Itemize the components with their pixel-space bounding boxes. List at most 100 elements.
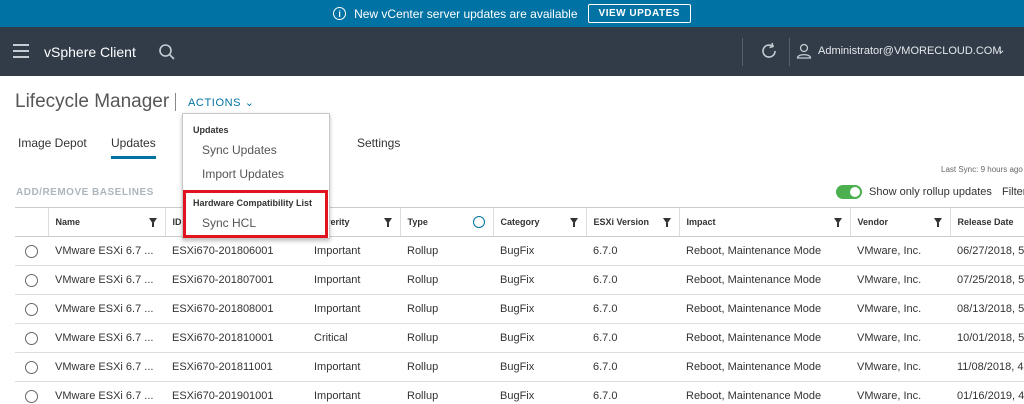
view-updates-button[interactable]: VIEW UPDATES xyxy=(587,4,691,23)
row-radio-button[interactable] xyxy=(25,273,38,287)
actions-label: ACTIONS xyxy=(188,97,242,109)
filter-icon[interactable] xyxy=(662,218,671,227)
row-radio-button[interactable] xyxy=(25,302,38,316)
column-header-esxi-version[interactable]: ESXi Version xyxy=(585,207,679,237)
cell-category: BugFix xyxy=(493,381,586,404)
cell-impact: Reboot, Maintenance Mode xyxy=(679,265,850,295)
row-radio-button[interactable] xyxy=(25,331,38,345)
filter-icon[interactable] xyxy=(148,218,157,227)
refresh-icon[interactable] xyxy=(759,41,779,61)
cell-esxi-version: 6.7.0 xyxy=(586,265,679,295)
tab-settings[interactable]: Settings xyxy=(357,136,400,150)
cell-id: ESXi670-201901001 xyxy=(165,381,307,404)
filter-input[interactable]: Filter xyxy=(1002,186,1024,198)
cell-severity: Important xyxy=(307,265,400,295)
filter-icon[interactable] xyxy=(833,218,842,227)
cell-esxi-version: 6.7.0 xyxy=(586,294,679,324)
banner-message: New vCenter server updates are available xyxy=(354,6,578,21)
row-select-cell xyxy=(15,323,48,353)
cell-vendor: VMware, Inc. xyxy=(850,294,950,324)
user-icon[interactable] xyxy=(796,43,812,59)
table-row[interactable]: VMware ESXi 6.7 ... ESXi670-201807001 Impo… xyxy=(15,265,1024,295)
actions-menu-button[interactable]: ACTIONS ⌄ xyxy=(188,96,255,109)
cell-category: BugFix xyxy=(493,265,586,295)
cell-release-date: 11/08/2018, 4 xyxy=(950,352,1024,382)
cell-impact: Reboot, Maintenance Mode xyxy=(679,294,850,324)
row-select-cell xyxy=(15,265,48,295)
row-radio-button[interactable] xyxy=(25,360,38,374)
cell-release-date: 10/01/2018, 5 xyxy=(950,323,1024,353)
cell-impact: Reboot, Maintenance Mode xyxy=(679,236,850,266)
cell-vendor: VMware, Inc. xyxy=(850,381,950,404)
column-header-name[interactable]: Name xyxy=(47,207,165,237)
add-remove-baselines-button[interactable]: ADD/REMOVE BASELINES xyxy=(16,187,154,198)
cell-name: VMware ESXi 6.7 ... xyxy=(48,294,165,324)
cell-severity: Important xyxy=(307,381,400,404)
table-row[interactable]: VMware ESXi 6.7 ... ESXi670-201810001 Crit… xyxy=(15,323,1024,353)
filter-icon[interactable] xyxy=(569,218,578,227)
cell-name: VMware ESXi 6.7 ... xyxy=(48,236,165,266)
cell-name: VMware ESXi 6.7 ... xyxy=(48,265,165,295)
cell-severity: Important xyxy=(307,352,400,382)
table-header-row: Name ID Severity Type Category ESXi Vers… xyxy=(15,207,1024,237)
row-radio-button[interactable] xyxy=(25,244,38,258)
row-select-cell xyxy=(15,352,48,382)
column-header-release-date[interactable]: Release Date xyxy=(949,207,1024,237)
row-radio-button[interactable] xyxy=(25,389,38,403)
cell-type: Rollup xyxy=(400,294,493,324)
highlight-box xyxy=(183,190,328,238)
update-banner: i New vCenter server updates are availab… xyxy=(0,0,1024,27)
cell-id: ESXi670-201806001 xyxy=(165,236,307,266)
tab-image-depot[interactable]: Image Depot xyxy=(18,136,87,150)
column-header-type[interactable]: Type xyxy=(399,207,493,237)
cell-release-date: 01/16/2019, 4 xyxy=(950,381,1024,404)
user-menu[interactable]: Administrator@VMORECLOUD.COM xyxy=(818,45,1002,57)
table-row[interactable]: VMware ESXi 6.7 ... ESXi670-201808001 Impo… xyxy=(15,294,1024,324)
cell-impact: Reboot, Maintenance Mode xyxy=(679,323,850,353)
cell-type: Rollup xyxy=(400,352,493,382)
filter-icon[interactable] xyxy=(383,218,392,227)
header-divider xyxy=(789,38,790,66)
filter-active-icon[interactable] xyxy=(472,216,485,228)
chevron-down-icon[interactable]: ⌄ xyxy=(997,45,1005,56)
tab-updates[interactable]: Updates xyxy=(111,136,156,159)
info-icon: i xyxy=(333,7,347,20)
rollup-toggle-label: Show only rollup updates xyxy=(869,186,992,198)
search-icon[interactable] xyxy=(158,43,176,61)
app-header: vSphere Client Administrator@VMORECLOUD.… xyxy=(0,27,1024,76)
table-row[interactable]: VMware ESXi 6.7 ... ESXi670-201806001 Impo… xyxy=(15,236,1024,266)
cell-vendor: VMware, Inc. xyxy=(850,236,950,266)
table-row[interactable]: VMware ESXi 6.7 ... ESXi670-201901001 Impo… xyxy=(15,381,1024,404)
cell-name: VMware ESXi 6.7 ... xyxy=(48,352,165,382)
cell-severity: Important xyxy=(307,294,400,324)
menu-icon[interactable] xyxy=(13,44,29,58)
select-column-header xyxy=(15,207,48,237)
cell-impact: Reboot, Maintenance Mode xyxy=(679,352,850,382)
column-header-category[interactable]: Category xyxy=(492,207,586,237)
cell-esxi-version: 6.7.0 xyxy=(586,381,679,404)
cell-release-date: 06/27/2018, 5 xyxy=(950,236,1024,266)
import-updates-menu-item[interactable]: Import Updates xyxy=(202,167,284,181)
cell-impact: Reboot, Maintenance Mode xyxy=(679,381,850,404)
app-brand[interactable]: vSphere Client xyxy=(44,44,136,60)
column-header-impact[interactable]: Impact xyxy=(678,207,850,237)
column-header-vendor[interactable]: Vendor xyxy=(849,207,950,237)
title-divider xyxy=(175,93,176,111)
tab-bar: Image Depot Updates Settings xyxy=(0,128,1024,159)
cell-esxi-version: 6.7.0 xyxy=(586,323,679,353)
cell-release-date: 07/25/2018, 5 xyxy=(950,265,1024,295)
row-select-cell xyxy=(15,236,48,266)
cell-id: ESXi670-201808001 xyxy=(165,294,307,324)
cell-name: VMware ESXi 6.7 ... xyxy=(48,381,165,404)
cell-id: ESXi670-201811001 xyxy=(165,352,307,382)
cell-type: Rollup xyxy=(400,265,493,295)
filter-icon[interactable] xyxy=(933,218,942,227)
sync-updates-menu-item[interactable]: Sync Updates xyxy=(202,143,277,157)
cell-severity: Critical xyxy=(307,323,400,353)
table-row[interactable]: VMware ESXi 6.7 ... ESXi670-201811001 Impo… xyxy=(15,352,1024,382)
cell-release-date: 08/13/2018, 5 xyxy=(950,294,1024,324)
rollup-toggle[interactable] xyxy=(836,185,862,199)
updates-table: Name ID Severity Type Category ESXi Vers… xyxy=(15,207,1024,404)
cell-type: Rollup xyxy=(400,381,493,404)
cell-esxi-version: 6.7.0 xyxy=(586,236,679,266)
